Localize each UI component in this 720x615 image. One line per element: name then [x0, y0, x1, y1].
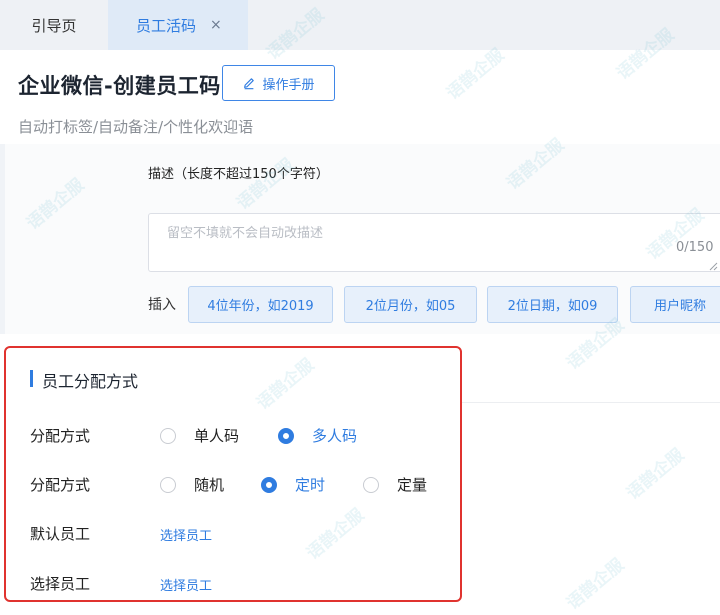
- select-employee-label: 选择员工: [30, 575, 91, 593]
- watermark: 语鹊企服: [623, 444, 689, 504]
- radio-label: 定时: [295, 476, 326, 494]
- insert-nickname-button[interactable]: 用户昵称: [630, 286, 720, 323]
- radio-circle-checked: [261, 476, 277, 493]
- select-default-employee-link[interactable]: 选择员工: [160, 525, 212, 544]
- watermark: 语鹊企服: [443, 44, 509, 104]
- radio-circle: [160, 476, 176, 493]
- radio-scheduled[interactable]: 定时: [261, 474, 325, 495]
- insert-date-button[interactable]: 2位日期，如09: [487, 286, 618, 323]
- radio-label: 单人码: [194, 427, 240, 445]
- tab-employee-code-label: 员工活码: [136, 16, 197, 35]
- radio-random[interactable]: 随机: [160, 474, 224, 495]
- close-icon[interactable]: ×: [210, 17, 222, 33]
- insert-year-button[interactable]: 4位年份，如2019: [188, 286, 333, 323]
- character-counter: 0/150: [676, 240, 714, 255]
- manual-button-label: 操作手册: [262, 77, 315, 93]
- radio-quota[interactable]: 定量: [363, 474, 427, 495]
- pencil-icon: [244, 78, 255, 90]
- description-input[interactable]: [148, 213, 720, 272]
- tab-guide-label: 引导页: [31, 16, 77, 35]
- tab-employee-code[interactable]: 员工活码 ×: [108, 0, 248, 50]
- divider: [462, 402, 720, 403]
- allocation-mode-label: 分配方式: [30, 476, 91, 494]
- insert-month-button[interactable]: 2位月份，如05: [344, 286, 477, 323]
- description-label: 描述（长度不超过150个字符）: [148, 167, 329, 182]
- radio-label: 随机: [194, 476, 225, 494]
- radio-label: 定量: [397, 476, 428, 494]
- resize-handle-icon[interactable]: [708, 261, 718, 271]
- section-marker: [30, 370, 33, 387]
- insert-label: 插入: [148, 297, 176, 313]
- radio-circle: [160, 427, 176, 444]
- page-title: 企业微信-创建员工码: [18, 74, 221, 98]
- allocation-type-label: 分配方式: [30, 427, 91, 445]
- radio-multi-code[interactable]: 多人码: [278, 425, 357, 446]
- section-title: 员工分配方式: [42, 372, 139, 391]
- select-employee-link[interactable]: 选择员工: [160, 575, 212, 594]
- default-employee-label: 默认员工: [30, 525, 91, 543]
- manual-button[interactable]: 操作手册: [222, 65, 335, 101]
- radio-circle-checked: [278, 427, 294, 444]
- radio-label: 多人码: [312, 427, 358, 445]
- watermark: 语鹊企服: [563, 554, 629, 614]
- tab-bar: 引导页 员工活码 ×: [0, 0, 720, 50]
- page-subtitle: 自动打标签/自动备注/个性化欢迎语: [18, 118, 254, 136]
- tab-guide[interactable]: 引导页: [0, 0, 108, 50]
- radio-circle: [363, 476, 379, 493]
- radio-single-code[interactable]: 单人码: [160, 425, 239, 446]
